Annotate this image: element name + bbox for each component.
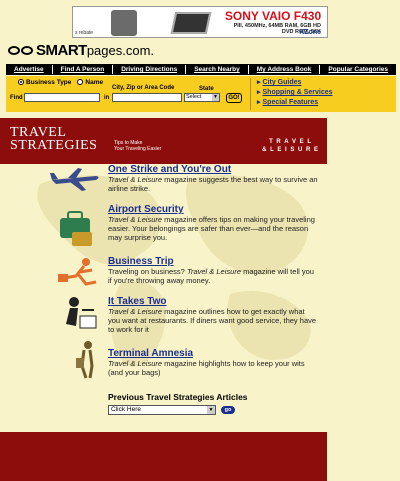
chevron-down-icon: ▼ bbox=[207, 406, 215, 414]
logo-smart: SMART bbox=[36, 41, 87, 59]
nav-find-a-person[interactable]: Find A Person bbox=[53, 65, 114, 74]
link-shopping-services[interactable]: Shopping & Services bbox=[257, 88, 394, 98]
radio-dot bbox=[18, 79, 24, 86]
magazine-name: Travel & Leisure bbox=[186, 267, 241, 276]
magazine-name: Travel & Leisure bbox=[108, 307, 163, 316]
article-desc: Travel & Leisure magazine offers tips on… bbox=[108, 215, 318, 242]
article-business-trip: Business Trip Traveling on business? Tra… bbox=[108, 256, 318, 285]
business-traveler-icon bbox=[58, 258, 97, 286]
previous-articles-heading: Previous Travel Strategies Articles bbox=[108, 392, 248, 402]
article-desc-text: Traveling on business? bbox=[108, 267, 187, 276]
logo-pages: pages.com. bbox=[86, 42, 155, 58]
link-special-features[interactable]: Special Features bbox=[257, 98, 394, 108]
article-desc: Travel & Leisure magazine highlights how… bbox=[108, 359, 318, 377]
article-airport-security: Airport Security Travel & Leisure magazi… bbox=[108, 204, 318, 242]
laptop-image bbox=[170, 12, 212, 34]
quick-links: City Guides Shopping & Services Special … bbox=[250, 78, 394, 110]
nav-my-address-book[interactable]: My Address Book bbox=[249, 65, 321, 74]
magazine-name: Travel & Leisure bbox=[108, 175, 163, 184]
article-title-link[interactable]: It Takes Two bbox=[108, 296, 318, 307]
nav-search-nearby[interactable]: Search Nearby bbox=[186, 65, 249, 74]
nav-advertise[interactable]: Advertise bbox=[6, 65, 53, 74]
city-input[interactable] bbox=[112, 93, 182, 102]
article-desc: Travel & Leisure magazine suggests the b… bbox=[108, 175, 318, 193]
radio-dot bbox=[77, 79, 84, 86]
camera-image bbox=[111, 10, 137, 36]
section-tagline: Tips to Make Your Traveling Easier bbox=[114, 140, 161, 152]
select-value: Click Here bbox=[111, 406, 141, 413]
article-title-link[interactable]: Terminal Amnesia bbox=[108, 348, 318, 359]
nav-driving-directions[interactable]: Driving Directions bbox=[113, 65, 187, 74]
link-city-guides[interactable]: City Guides bbox=[257, 78, 394, 88]
luggage-icon bbox=[60, 211, 92, 246]
article-desc: Traveling on business? Travel & Leisure … bbox=[108, 267, 318, 285]
chevron-down-icon: ▼ bbox=[212, 94, 219, 101]
radio-label: Name bbox=[85, 79, 104, 86]
magazine-name: Travel & Leisure bbox=[108, 215, 163, 224]
eyes-icon bbox=[8, 45, 33, 55]
nav-popular-categories[interactable]: Popular Categories bbox=[320, 65, 396, 74]
articles-area: One Strike and You're Out Travel & Leisu… bbox=[0, 164, 327, 432]
previous-go-button[interactable]: go bbox=[221, 406, 235, 414]
brand-line: T R A V E L bbox=[269, 139, 312, 145]
tagline-line: Your Traveling Easier bbox=[114, 146, 162, 152]
radio-business-type[interactable]: Business Type bbox=[18, 79, 71, 86]
footer-band bbox=[0, 432, 327, 481]
radio-label: Business Type bbox=[26, 79, 72, 86]
search-panel: Business Type Name City, Zip or Area Cod… bbox=[6, 76, 396, 112]
article-one-strike: One Strike and You're Out Travel & Leisu… bbox=[108, 164, 318, 193]
airplane-icon bbox=[50, 168, 99, 191]
article-terminal-amnesia: Terminal Amnesia Travel & Leisure magazi… bbox=[108, 348, 318, 377]
smartpages-logo[interactable]: SMART pages.com. bbox=[8, 41, 154, 59]
travel-leisure-logo: T R A V E L & L E I S U R E bbox=[262, 138, 319, 154]
state-select[interactable]: Select ▼ bbox=[184, 93, 220, 102]
diners-icon bbox=[66, 297, 97, 329]
ad-brand: SONY VAIO F430 bbox=[224, 9, 322, 23]
find-input[interactable] bbox=[24, 93, 100, 102]
city-label: City, Zip or Area Code bbox=[112, 85, 175, 91]
article-it-takes-two: It Takes Two Travel & Leisure magazine o… bbox=[108, 296, 318, 334]
article-desc: Travel & Leisure magazine outlines how t… bbox=[108, 307, 318, 334]
article-title-link[interactable]: One Strike and You're Out bbox=[108, 164, 318, 175]
title-line: STRATEGIES bbox=[10, 138, 98, 153]
state-label: State bbox=[199, 86, 214, 92]
traveler-with-bag-icon bbox=[76, 341, 94, 379]
article-title-link[interactable]: Business Trip bbox=[108, 256, 318, 267]
section-title: TRAVEL STRATEGIES bbox=[10, 126, 98, 153]
ad-zone-logo: KZone bbox=[299, 29, 321, 36]
search-go-button[interactable]: GO! bbox=[226, 93, 242, 103]
radio-name[interactable]: Name bbox=[77, 79, 103, 86]
travel-strategies-header: TRAVEL STRATEGIES Tips to Make Your Trav… bbox=[0, 118, 327, 164]
search-type-radios: Business Type Name bbox=[18, 79, 103, 86]
in-label: in bbox=[104, 95, 110, 101]
state-select-value: Select bbox=[186, 94, 202, 100]
previous-articles-select[interactable]: Click Here ▼ bbox=[108, 405, 216, 415]
ad-banner[interactable]: SONY VAIO F430 PIII, 450MHz, 64MB RAM, 6… bbox=[72, 6, 328, 38]
find-label: Find bbox=[10, 95, 23, 101]
article-title-link[interactable]: Airport Security bbox=[108, 204, 318, 215]
magazine-name: Travel & Leisure bbox=[108, 359, 163, 368]
brand-line: & L E I S U R E bbox=[262, 147, 319, 153]
top-nav: Advertise Find A Person Driving Directio… bbox=[6, 64, 396, 75]
ad-rebate: s rebate bbox=[75, 30, 94, 36]
